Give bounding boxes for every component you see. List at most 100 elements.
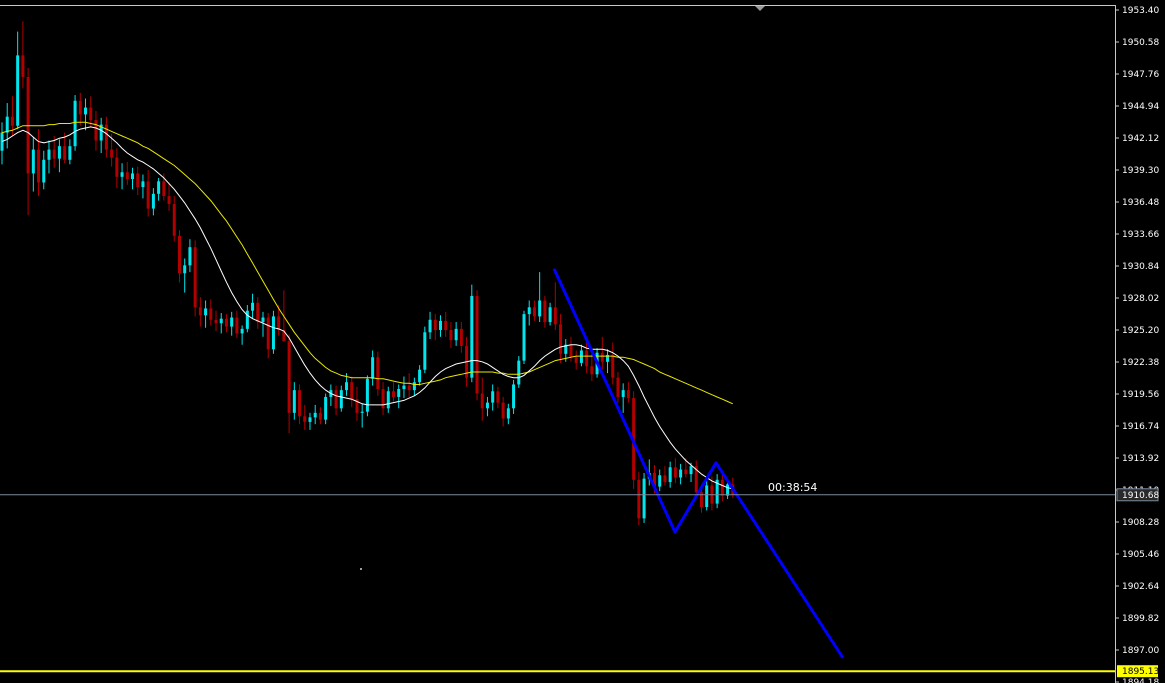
candle-body — [475, 295, 479, 394]
candle-body — [84, 107, 88, 115]
chart-canvas[interactable]: 1953.40 1950.58 1947.76 1944.94 1942.12 1939.… — [0, 0, 1165, 683]
price-tick-label: 1902.64 — [1122, 582, 1159, 592]
candle-timer-label: 00:38:54 — [768, 481, 817, 494]
candle-body — [162, 181, 166, 197]
candle-body — [397, 389, 401, 397]
price-tick-label: 1905.46 — [1122, 550, 1159, 560]
candle-body — [548, 307, 552, 323]
candle-body — [392, 391, 395, 397]
candle-body — [673, 467, 677, 478]
candle-body — [151, 193, 155, 209]
candle-body — [679, 469, 683, 478]
candle-body — [517, 360, 521, 385]
candle-body — [512, 384, 516, 409]
price-tick-label: 1916.74 — [1122, 422, 1159, 432]
candle-body — [350, 382, 354, 400]
candle-body — [73, 100, 77, 147]
candle-body — [449, 330, 453, 341]
candle-body — [485, 402, 489, 409]
candle-body — [57, 146, 61, 159]
price-tick-label: 1913.92 — [1122, 454, 1159, 464]
candle-body — [637, 479, 641, 519]
candle-body — [324, 396, 328, 420]
candle-body — [658, 475, 662, 487]
candle-body — [668, 467, 672, 483]
candle-body — [501, 402, 505, 419]
candle-body — [261, 317, 265, 323]
price-tick-label: 1894.18 — [1122, 678, 1159, 683]
candle-body — [438, 320, 442, 330]
candle-body — [188, 247, 192, 266]
candle-body — [89, 107, 93, 121]
trading-chart[interactable]: 1953.40 1950.58 1947.76 1944.94 1942.12 1939.… — [0, 0, 1165, 683]
candle-body — [642, 478, 646, 519]
level-price-label: 1895.13 — [1122, 667, 1159, 677]
candle-body — [141, 181, 145, 188]
candle-body — [684, 469, 688, 475]
candle-body — [157, 181, 161, 194]
candle-body — [365, 378, 369, 412]
candle-body — [491, 391, 495, 403]
candle-body — [193, 247, 197, 308]
candle-body — [214, 319, 218, 324]
price-tick-label: 1908.28 — [1122, 518, 1159, 528]
candle-body — [621, 390, 625, 397]
price-tick-label: 1939.30 — [1122, 166, 1159, 176]
price-tick-label: 1950.58 — [1122, 38, 1159, 48]
candle-body — [371, 357, 375, 379]
candle-body — [177, 235, 181, 274]
candle-body — [407, 385, 411, 391]
candle-body — [522, 314, 526, 361]
candle-body — [136, 173, 140, 188]
candle-body — [574, 357, 578, 363]
candle-body — [527, 307, 531, 315]
candle-body — [26, 76, 30, 174]
candle-body — [240, 328, 244, 334]
candle-body — [131, 173, 134, 180]
candle-body — [78, 100, 82, 115]
candle-body — [115, 157, 119, 177]
price-tick-label: 1947.76 — [1122, 70, 1159, 80]
candle-body — [271, 316, 275, 350]
candle-body — [360, 411, 364, 413]
candle-body — [52, 149, 56, 159]
candle-body — [167, 196, 171, 205]
price-tick-label: 1928.02 — [1122, 294, 1159, 304]
price-tick-label: 1942.12 — [1122, 134, 1159, 144]
candle-body — [120, 172, 124, 177]
candle-body — [224, 318, 228, 327]
candle-body — [172, 204, 176, 236]
candle-body — [21, 55, 25, 77]
candle-body — [433, 319, 437, 330]
candle-body — [381, 389, 385, 409]
candle-body — [386, 391, 390, 409]
candle-body — [538, 300, 542, 317]
candle-body — [339, 390, 343, 409]
candle-body — [292, 390, 296, 413]
candle-body — [37, 149, 41, 183]
candle-body — [334, 390, 338, 409]
candle-body — [16, 55, 20, 126]
candle-body — [412, 382, 416, 391]
candle-body — [720, 479, 724, 496]
price-tick-label: 1933.66 — [1122, 230, 1159, 240]
price-tick-label: 1919.56 — [1122, 390, 1159, 400]
candle-body — [585, 350, 589, 367]
candle-body — [308, 417, 312, 422]
candle-body — [506, 408, 510, 419]
candle-body — [454, 328, 458, 341]
candle-body — [235, 317, 239, 334]
candle-body — [63, 146, 67, 160]
candle-body — [616, 377, 620, 397]
candle-body — [198, 307, 202, 316]
chart-background — [0, 0, 1165, 683]
price-tick-label: 1925.20 — [1122, 326, 1159, 336]
candle-body — [230, 317, 234, 327]
price-tick-label: 1922.38 — [1122, 358, 1159, 368]
candle-body — [611, 354, 615, 378]
price-tick-label: 1897.00 — [1122, 646, 1159, 656]
candle-body — [444, 320, 448, 330]
candle-body — [345, 382, 349, 391]
candle-body — [125, 172, 129, 180]
candle-body — [318, 412, 322, 420]
